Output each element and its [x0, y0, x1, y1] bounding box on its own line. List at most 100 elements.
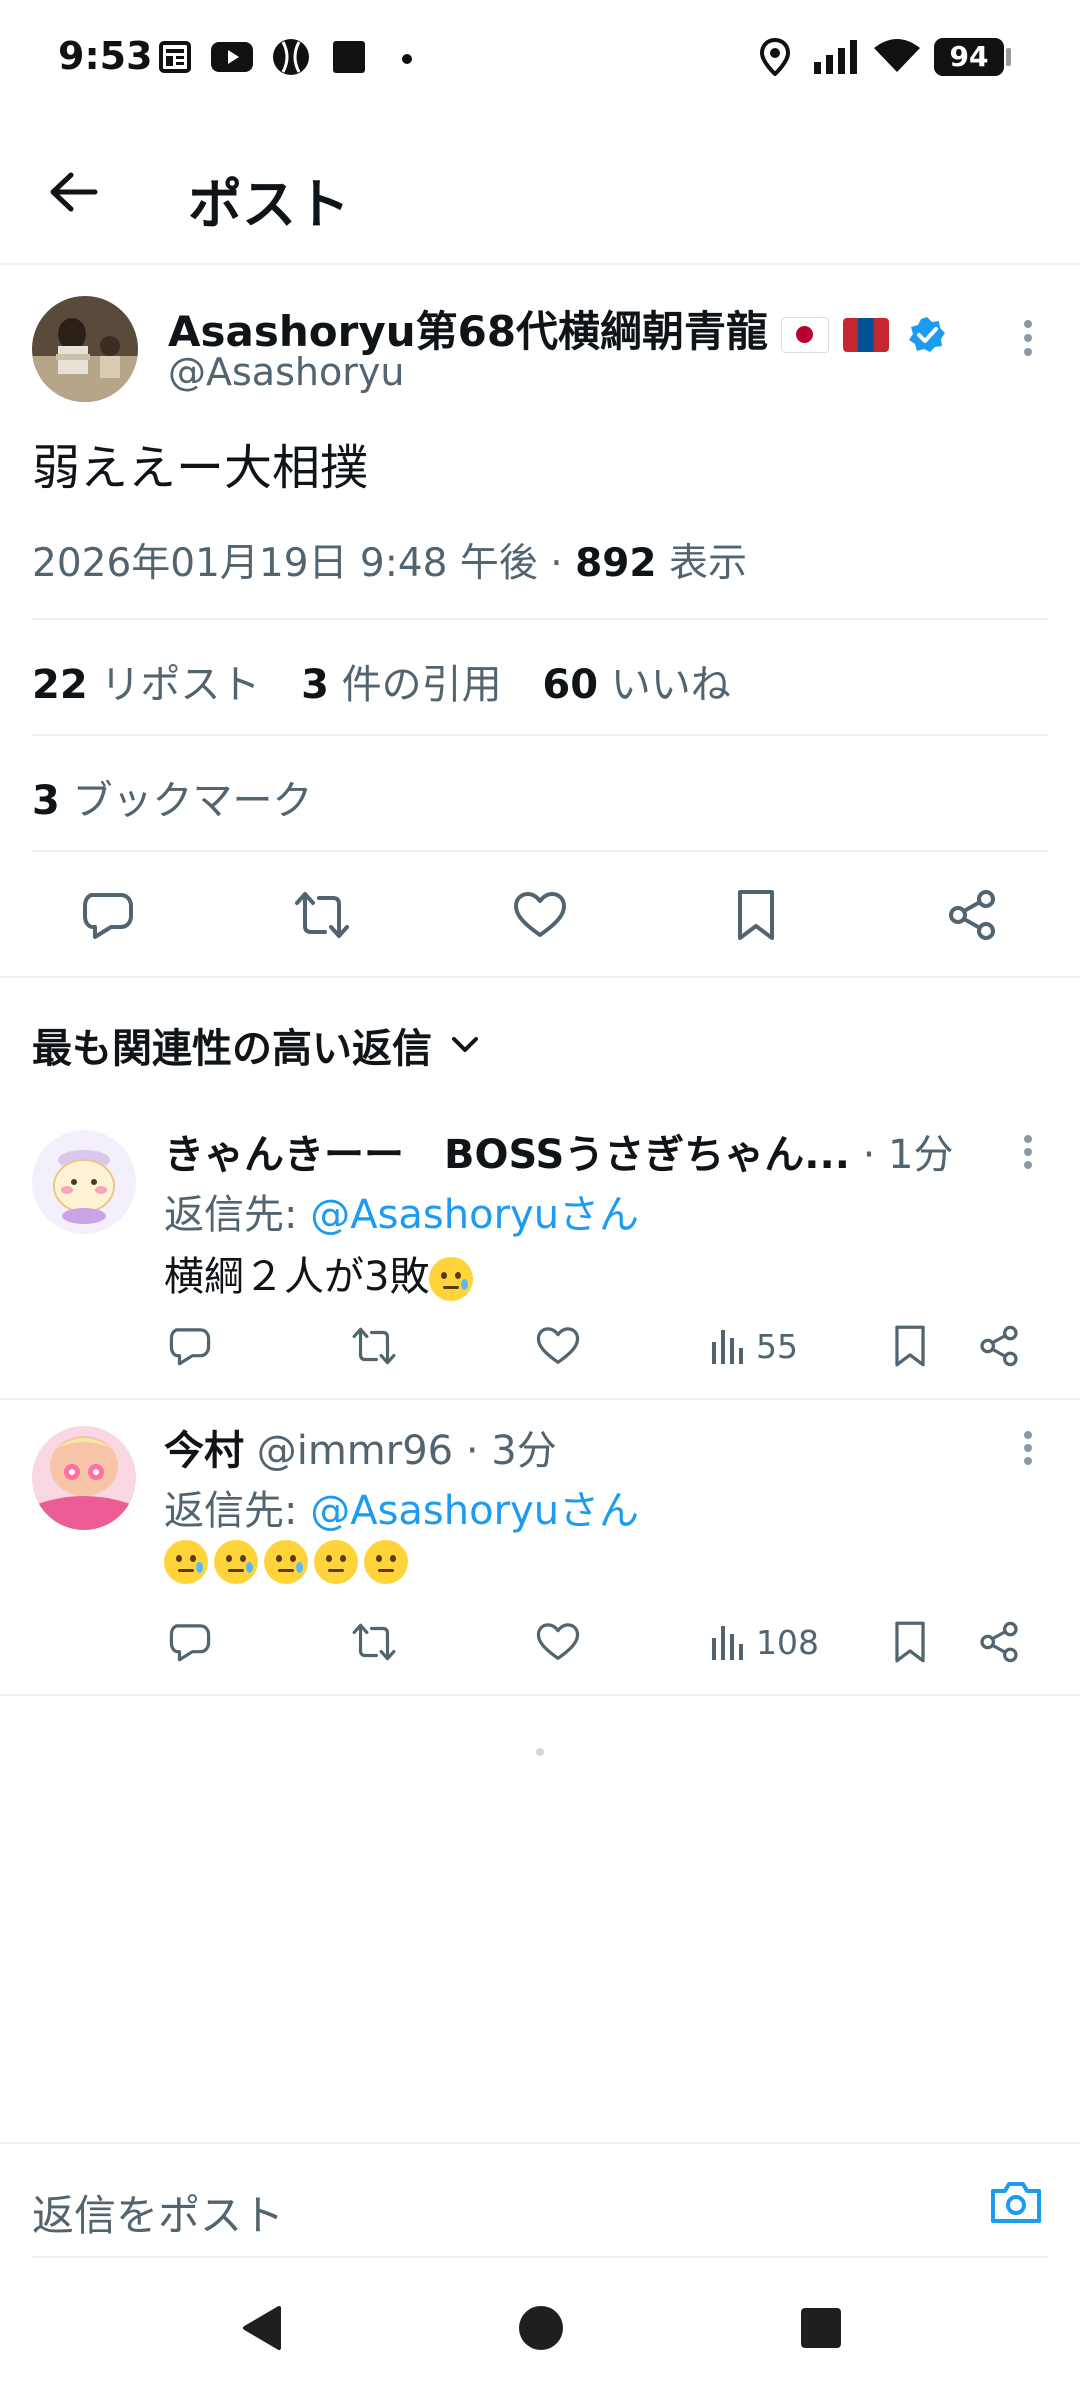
- share-icon: [980, 1325, 1018, 1367]
- reply-icon: [169, 1328, 211, 1366]
- nav-home-button[interactable]: [506, 2296, 576, 2360]
- reply-avatar[interactable]: [32, 1130, 136, 1234]
- triangle-back-icon: [243, 2306, 281, 2350]
- more-vertical-icon: [1024, 1135, 1032, 1169]
- views-count: 55: [756, 1326, 798, 1366]
- reply-button[interactable]: [76, 886, 140, 944]
- crying-face-emoji-icon: [164, 1540, 208, 1584]
- smiling-tear-emoji-icon: [264, 1540, 308, 1584]
- location-icon: [760, 38, 790, 76]
- bar-chart-icon: [712, 1330, 743, 1364]
- likes-stat[interactable]: 60 いいね: [542, 662, 730, 708]
- dizzy-face-emoji-icon: [314, 1540, 358, 1584]
- share-button[interactable]: [974, 1318, 1024, 1374]
- square-recents-icon: [801, 2308, 841, 2348]
- status-bar: 9:53 94: [0, 0, 1080, 120]
- repost-icon: [352, 1623, 396, 1661]
- mongolia-flag-icon: [842, 317, 889, 352]
- reply-header: 今村 @immr96 · 3分: [164, 1418, 557, 1476]
- views-count: 108: [756, 1622, 819, 1662]
- bookmark-icon: [895, 1325, 925, 1367]
- bookmarks-stat[interactable]: 3 ブックマーク: [32, 768, 313, 826]
- like-button[interactable]: [532, 1318, 584, 1374]
- reply-header: きゃんきーー BOSSうさぎちゃん... · 1分: [164, 1122, 964, 1180]
- author-avatar[interactable]: [32, 296, 138, 402]
- japan-flag-icon: [781, 316, 830, 353]
- heart-icon: [536, 1623, 580, 1660]
- repost-icon: [352, 1327, 396, 1365]
- divider: [0, 976, 1080, 978]
- quotes-stat[interactable]: 3 件の引用: [301, 662, 502, 708]
- views-button[interactable]: 108: [710, 1620, 819, 1664]
- circle-home-icon: [519, 2306, 563, 2350]
- dizzy-face-emoji-icon: [364, 1540, 408, 1584]
- share-button[interactable]: [974, 1614, 1024, 1670]
- author-handle[interactable]: @Asashoryu: [168, 350, 404, 394]
- battery-icon: 94: [934, 38, 1004, 76]
- repost-button[interactable]: [348, 1318, 400, 1374]
- reply-more-button[interactable]: [1006, 1130, 1050, 1174]
- reposts-stat[interactable]: 22 リポスト: [32, 662, 260, 708]
- reply-action-bar: 55: [164, 1318, 1044, 1374]
- likes-label: いいね: [610, 662, 731, 708]
- bar-chart-icon: [712, 1626, 743, 1660]
- reply-to-link[interactable]: @Asashoryuさん: [310, 1192, 639, 1238]
- post-timestamp: 2026年01月19日 9:48 午後: [32, 541, 538, 586]
- more-vertical-icon: [1024, 320, 1032, 356]
- reply-time: · 3分: [465, 1428, 557, 1474]
- reply-button[interactable]: [164, 1318, 216, 1374]
- status-time: 9:53: [58, 34, 153, 78]
- reply-input[interactable]: 返信をポスト: [32, 2182, 284, 2243]
- author-display-name[interactable]: Asashoryu第68代横綱朝青龍: [168, 307, 768, 356]
- reply-text-row: 横綱２人が3敗: [164, 1244, 479, 1302]
- bookmark-button[interactable]: [888, 1318, 932, 1374]
- reply-action-bar: 108: [164, 1614, 1044, 1670]
- reply-time: · 1分: [862, 1132, 954, 1178]
- reply-to-prefix: 返信先:: [164, 1192, 311, 1238]
- repost-button[interactable]: [348, 1614, 400, 1670]
- bookmark-button[interactable]: [888, 1614, 932, 1670]
- divider: [0, 1398, 1080, 1400]
- camera-button[interactable]: [986, 2172, 1046, 2232]
- reply-handle[interactable]: @immr96: [257, 1428, 453, 1474]
- reply-composer: 返信をポスト: [0, 2142, 1080, 2260]
- arrow-left-icon: [50, 172, 98, 212]
- reply-more-button[interactable]: [1006, 1426, 1050, 1470]
- bookmark-button[interactable]: [724, 886, 788, 944]
- likes-count: 60: [542, 662, 599, 708]
- post-text: 弱ええー大相撲: [32, 440, 369, 496]
- reply-sort-label: 最も関連性の高い返信: [32, 1026, 432, 1072]
- smiling-tear-emoji-icon: [214, 1540, 258, 1584]
- reply-display-name[interactable]: きゃんきーー BOSSうさぎちゃん...: [164, 1132, 850, 1178]
- nav-recents-button[interactable]: [786, 2298, 856, 2358]
- bookmarks-label: ブックマーク: [72, 778, 313, 824]
- more-vertical-icon: [1024, 1431, 1032, 1465]
- reply-icon: [83, 893, 133, 939]
- back-button[interactable]: [42, 160, 106, 224]
- nav-back-button[interactable]: [226, 2298, 296, 2358]
- bookmarks-count: 3: [32, 778, 60, 824]
- reply-display-name[interactable]: 今村: [164, 1428, 244, 1474]
- heart-icon: [514, 892, 566, 937]
- reposts-count: 22: [32, 662, 88, 708]
- repost-icon: [295, 892, 349, 938]
- heart-icon: [536, 1327, 580, 1364]
- like-button[interactable]: [532, 1614, 584, 1670]
- repost-button[interactable]: [290, 886, 354, 944]
- divider: [32, 618, 1048, 620]
- reply-to-link[interactable]: @Asashoryuさん: [310, 1488, 639, 1534]
- news-icon: [158, 40, 192, 74]
- reply-sort-dropdown[interactable]: 最も関連性の高い返信: [32, 1016, 480, 1074]
- share-button[interactable]: [940, 886, 1004, 944]
- reply-avatar[interactable]: [32, 1426, 136, 1530]
- reposts-label: リポスト: [100, 662, 261, 708]
- reply-text: 横綱２人が3敗: [164, 1254, 430, 1300]
- more-notifications-dot-icon: [402, 54, 412, 64]
- like-button[interactable]: [508, 886, 572, 944]
- post-more-button[interactable]: [1006, 316, 1050, 360]
- post-meta: 2026年01月19日 9:48 午後 · 892 表示: [32, 532, 747, 588]
- reply-button[interactable]: [164, 1614, 216, 1670]
- views-button[interactable]: 55: [710, 1324, 798, 1368]
- page-title: ポスト: [188, 173, 350, 236]
- top-app-bar: [0, 120, 1080, 265]
